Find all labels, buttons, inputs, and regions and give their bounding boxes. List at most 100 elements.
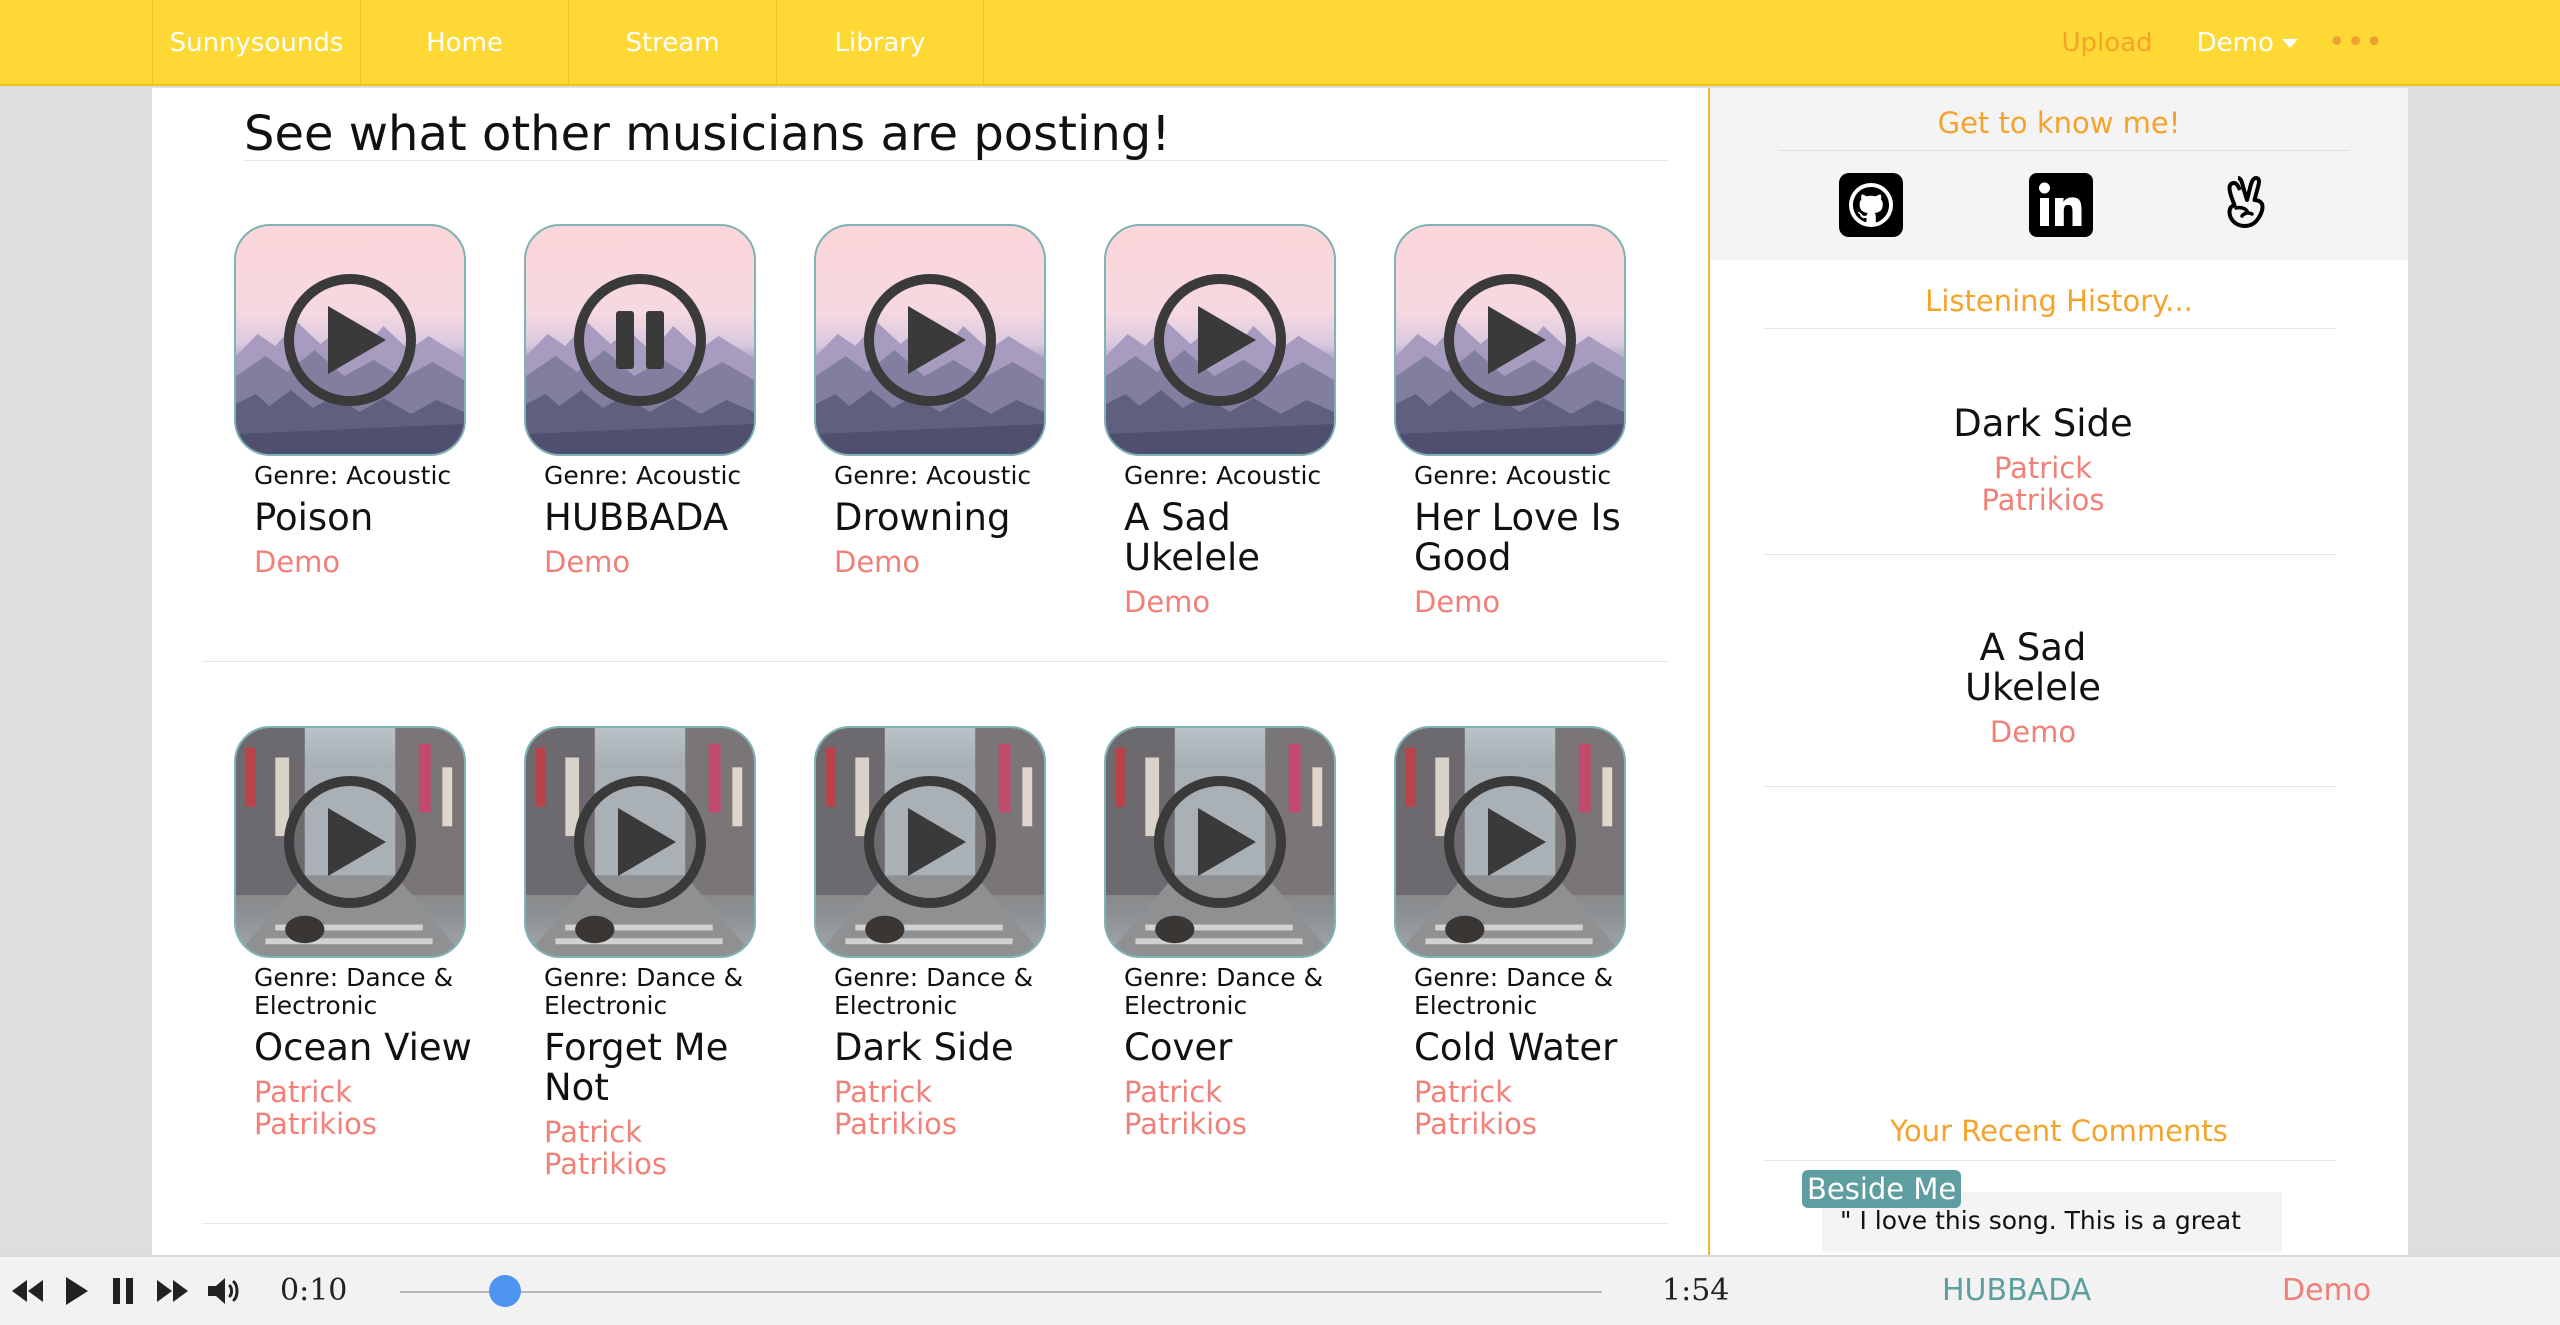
divider (1764, 1160, 2336, 1161)
duration-time: 1:54 (1662, 1273, 1730, 1308)
city-street-artwork[interactable] (524, 726, 756, 958)
song-genre: Genre: Dance & Electronic (834, 963, 1034, 1020)
progress-track[interactable] (400, 1291, 1602, 1293)
song-artist-link[interactable]: Demo (254, 546, 454, 578)
song-title: Ocean View (254, 1026, 472, 1069)
about-title: Get to know me! (1937, 106, 2181, 140)
song-artist-link[interactable]: Patrick Patrikios (1124, 1076, 1324, 1140)
github-icon[interactable] (1838, 172, 1904, 238)
elapsed-time: 0:10 (280, 1273, 348, 1308)
pause-button-icon[interactable] (574, 274, 706, 406)
song-title: Forget Me Not (544, 1026, 729, 1109)
mountain-artwork[interactable] (814, 224, 1046, 456)
nav-library[interactable]: Library (776, 0, 984, 86)
song-card: Genre: Dance & Electronic Dark Side Patric… (814, 726, 1054, 1140)
sidebar: Get to know me! Listening History... Dar… (1708, 88, 2408, 1255)
row-divider (202, 661, 1668, 662)
mountain-artwork[interactable] (524, 224, 756, 456)
divider (1764, 328, 2336, 329)
history-item[interactable]: Dark Side Patrick Patrikios (1694, 402, 2392, 517)
song-artist-link[interactable]: Patrick Patrikios (834, 1076, 1034, 1140)
song-title: Cover (1124, 1026, 1233, 1069)
song-genre: Genre: Dance & Electronic (1124, 963, 1324, 1020)
angellist-icon[interactable] (2216, 172, 2282, 238)
song-artist-link[interactable]: Demo (1124, 586, 1324, 618)
play-button-icon[interactable] (1154, 274, 1286, 406)
play-button-icon[interactable] (1154, 776, 1286, 908)
song-artist-link[interactable]: Demo (544, 546, 744, 578)
city-street-artwork[interactable] (1104, 726, 1336, 958)
page-title: See what other musicians are posting! (244, 106, 1171, 162)
song-title: Drowning (834, 496, 1011, 539)
rewind-icon[interactable] (10, 1271, 46, 1311)
song-title: A Sad Ukelele (1124, 496, 1261, 579)
play-button-icon[interactable] (284, 274, 416, 406)
more-options-icon[interactable]: ••• (2328, 28, 2384, 58)
divider (244, 160, 1668, 161)
comment-song-tag[interactable]: Beside Me (1802, 1170, 1962, 1208)
song-title: Poison (254, 496, 374, 539)
audio-player: 0:10 1:54 HUBBADA Demo (0, 1255, 2560, 1325)
history-artist[interactable]: Patrick Patrikios (1978, 452, 2108, 516)
song-artist-link[interactable]: Patrick Patrikios (254, 1076, 454, 1140)
song-genre: Genre: Dance & Electronic (544, 963, 744, 1020)
play-button-icon[interactable] (864, 776, 996, 908)
pause-icon[interactable] (106, 1271, 140, 1311)
song-artist-link[interactable]: Patrick Patrikios (1414, 1076, 1614, 1140)
linkedin-icon[interactable] (2028, 172, 2094, 238)
song-genre: Genre: Acoustic (544, 461, 742, 490)
city-street-artwork[interactable] (1394, 726, 1626, 958)
play-button-icon[interactable] (284, 776, 416, 908)
play-button-icon[interactable] (1444, 274, 1576, 406)
nav-links: Sunnysounds Home Stream Library (152, 0, 984, 86)
song-title: HUBBADA (544, 496, 729, 539)
mountain-artwork[interactable] (1394, 224, 1626, 456)
volume-icon[interactable] (206, 1271, 246, 1311)
play-button-icon[interactable] (864, 274, 996, 406)
comment-text: " I love this song. This is a great (1840, 1206, 2241, 1235)
song-artist-link[interactable]: Demo (834, 546, 1034, 578)
song-card: Genre: Acoustic Drowning Demo (814, 224, 1054, 578)
song-genre: Genre: Acoustic (254, 461, 452, 490)
history-title: Listening History... (1925, 284, 2193, 318)
history-song-title: Dark Side (1953, 402, 2133, 445)
city-street-artwork[interactable] (814, 726, 1046, 958)
user-menu[interactable]: Demo (2197, 28, 2298, 58)
divider (1764, 554, 2336, 555)
nav-home[interactable]: Home (360, 0, 568, 86)
row-divider (202, 1223, 1668, 1224)
upload-link[interactable]: Upload (2062, 28, 2153, 58)
song-card: Genre: Dance & Electronic Ocean View Patri… (234, 726, 474, 1140)
history-artist[interactable]: Demo (1684, 716, 2382, 748)
play-button-icon[interactable] (574, 776, 706, 908)
nav-right: Upload Demo ••• (2062, 0, 2384, 86)
about-panel: Get to know me! (1710, 88, 2408, 260)
song-artist-link[interactable]: Demo (1414, 586, 1614, 618)
divider (1764, 786, 2336, 787)
song-genre: Genre: Acoustic (834, 461, 1032, 490)
song-title: Dark Side (834, 1026, 1014, 1069)
mountain-artwork[interactable] (234, 224, 466, 456)
divider (1778, 150, 2350, 151)
now-playing-title[interactable]: HUBBADA (1942, 1273, 2091, 1308)
play-icon[interactable] (58, 1271, 94, 1311)
now-playing-artist[interactable]: Demo (2282, 1273, 2371, 1308)
mountain-artwork[interactable] (1104, 224, 1336, 456)
city-street-artwork[interactable] (234, 726, 466, 958)
feed-panel: See what other musicians are posting! Ge… (152, 88, 1708, 1255)
user-name: Demo (2196, 28, 2274, 58)
history-item[interactable]: A Sad Ukelele Demo (1684, 626, 2382, 749)
progress-handle[interactable] (488, 1275, 521, 1307)
play-button-icon[interactable] (1444, 776, 1576, 908)
fast-forward-icon[interactable] (154, 1271, 190, 1311)
nav-stream[interactable]: Stream (568, 0, 776, 86)
song-genre: Genre: Acoustic (1414, 461, 1612, 490)
song-card: Genre: Dance & Electronic Cover Patrick Pa… (1104, 726, 1344, 1140)
song-card: Genre: Acoustic Poison Demo (234, 224, 474, 578)
brand-link[interactable]: Sunnysounds (152, 0, 360, 86)
song-card: Genre: Acoustic HUBBADA Demo (524, 224, 764, 578)
song-card: Genre: Acoustic Her Love Is Good Demo (1394, 224, 1634, 618)
song-card: Genre: Acoustic A Sad Ukelele Demo (1104, 224, 1344, 618)
song-artist-link[interactable]: Patrick Patrikios (544, 1116, 744, 1180)
history-song-title: A Sad Ukelele (1964, 626, 2102, 709)
